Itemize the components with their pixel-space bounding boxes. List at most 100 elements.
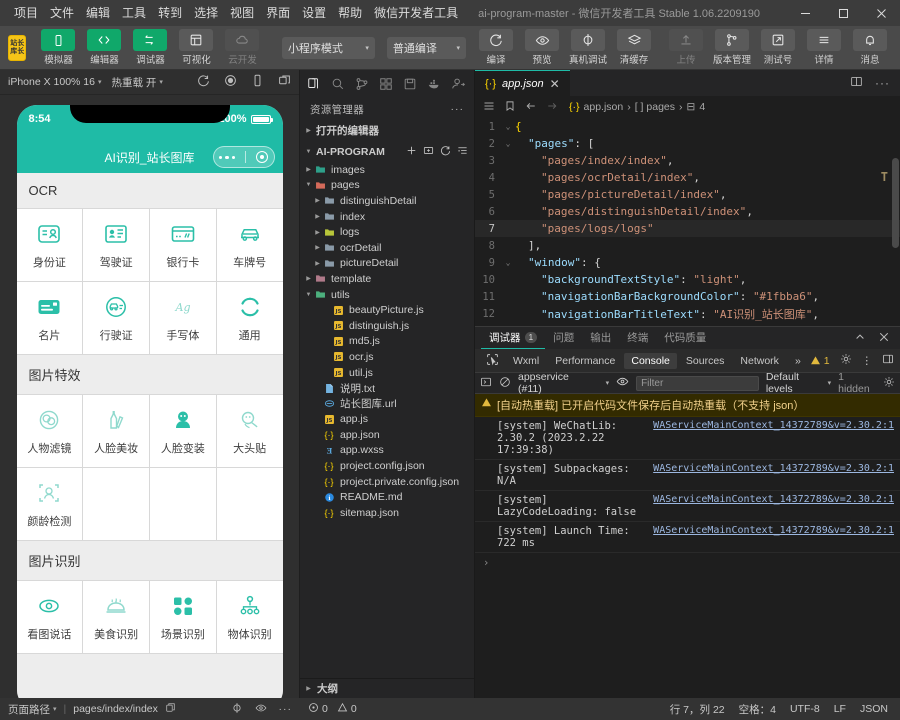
- back-icon[interactable]: [525, 100, 537, 115]
- page-path-selector[interactable]: 页面路径 ▾: [8, 702, 57, 717]
- console-message-source[interactable]: WAServiceMainContext_14372789&v=2.30.2:1: [653, 525, 894, 549]
- file-tree-item[interactable]: JSocr.js: [300, 349, 474, 365]
- close-button[interactable]: [862, 0, 900, 26]
- bookmark-icon[interactable]: [504, 100, 516, 115]
- toolbar-button-refresh[interactable]: 编译: [474, 29, 518, 66]
- breadcrumb-item-file[interactable]: app.json: [584, 101, 624, 113]
- debugger-tab[interactable]: 终端: [619, 327, 656, 349]
- menu-item-3[interactable]: 工具: [116, 0, 152, 26]
- code-editor[interactable]: T 1⌄{2⌄"pages": [3"pages/index/index",4"…: [475, 118, 900, 326]
- more-icon[interactable]: ⋮: [862, 355, 873, 367]
- mini-grid-item[interactable]: 银行卡: [150, 209, 216, 281]
- file-tree-item[interactable]: ▶pictureDetail: [300, 256, 474, 272]
- extensions-icon[interactable]: [374, 71, 398, 97]
- error-count-group[interactable]: 0: [308, 702, 328, 716]
- menu-item-8[interactable]: 设置: [296, 0, 332, 26]
- file-tree-item[interactable]: ▶logs: [300, 224, 474, 240]
- wechat-capsule-button[interactable]: [213, 146, 275, 168]
- editor-tab-app-json[interactable]: {·} app.json ✕: [475, 70, 570, 96]
- account-icon[interactable]: [446, 71, 470, 97]
- file-tree-item[interactable]: iREADME.md: [300, 489, 474, 505]
- more-icon[interactable]: ···: [875, 76, 890, 90]
- mini-grid-item[interactable]: 看图说话: [17, 581, 83, 653]
- project-root-section[interactable]: ▼ AI-PROGRAM: [300, 141, 474, 162]
- file-tree-item[interactable]: {·}project.config.json: [300, 458, 474, 474]
- filter-input[interactable]: Filter: [636, 376, 759, 391]
- file-tree-item[interactable]: 站长图库.url: [300, 396, 474, 412]
- mini-grid-item[interactable]: Ag手写体: [150, 282, 216, 354]
- file-tree-item[interactable]: {·}app.json: [300, 427, 474, 443]
- devtools-tab[interactable]: Console: [624, 353, 677, 369]
- menu-item-4[interactable]: 转到: [152, 0, 188, 26]
- fold-icon[interactable]: ⌄: [501, 258, 515, 267]
- hotreload-selector[interactable]: 热重载 开 ▾: [112, 75, 163, 90]
- toolbar-button-device-debug[interactable]: 真机调试: [566, 29, 610, 66]
- close-icon[interactable]: [878, 331, 890, 346]
- file-tree-item[interactable]: Ǝapp.wxss: [300, 443, 474, 459]
- mini-grid-item[interactable]: 通用: [217, 282, 283, 354]
- toolbar-button-list[interactable]: 详情: [802, 29, 846, 66]
- clear-console-icon[interactable]: [499, 376, 511, 391]
- save-icon[interactable]: [398, 71, 422, 97]
- debugger-tab[interactable]: 调试器1: [481, 327, 545, 349]
- toolbar-button-bell[interactable]: 消息: [848, 29, 892, 66]
- split-editor-icon[interactable]: [850, 75, 863, 91]
- toolbar-button-phone[interactable]: 模拟器: [36, 29, 80, 66]
- menu-item-6[interactable]: 视图: [224, 0, 260, 26]
- indent-setting[interactable]: 空格：4: [739, 702, 776, 717]
- files-icon[interactable]: [302, 71, 326, 97]
- console-prompt[interactable]: ›: [475, 553, 900, 573]
- file-tree-item[interactable]: ▼utils: [300, 287, 474, 303]
- mini-grid-item[interactable]: 车牌号: [217, 209, 283, 281]
- eol-setting[interactable]: LF: [834, 703, 846, 715]
- file-tree-item[interactable]: {·}sitemap.json: [300, 505, 474, 521]
- menu-item-10[interactable]: 微信开发者工具: [368, 0, 464, 26]
- docker-icon[interactable]: [422, 71, 446, 97]
- source-control-icon[interactable]: [350, 71, 374, 97]
- file-tree-item[interactable]: {·}project.private.config.json: [300, 474, 474, 490]
- encoding-setting[interactable]: UTF-8: [790, 703, 820, 715]
- collapse-icon[interactable]: [457, 145, 468, 159]
- debugger-tab[interactable]: 代码质量: [656, 327, 714, 349]
- execute-icon[interactable]: [480, 376, 492, 391]
- breadcrumb-item-array[interactable]: [ ] pages: [635, 101, 675, 113]
- mini-grid-item[interactable]: 行驶证: [83, 282, 149, 354]
- mini-grid-item[interactable]: 大头贴: [217, 395, 283, 467]
- refresh-icon[interactable]: [440, 145, 451, 159]
- console-settings-icon[interactable]: [883, 376, 895, 391]
- devtools-tab[interactable]: »: [788, 353, 808, 369]
- file-tree-item[interactable]: JSdistinguish.js: [300, 318, 474, 334]
- dock-icon[interactable]: [882, 353, 894, 368]
- file-tree-item[interactable]: ▶index: [300, 209, 474, 225]
- menu-item-7[interactable]: 界面: [260, 0, 296, 26]
- compile-dropdown[interactable]: 普通编译 ▾: [387, 37, 466, 59]
- context-selector[interactable]: appservice (#11) ▾: [518, 371, 609, 395]
- fold-icon[interactable]: ⌄: [501, 122, 515, 131]
- clone-icon[interactable]: [278, 74, 291, 90]
- hidden-messages-count[interactable]: 1 hidden: [838, 371, 876, 395]
- warning-badge[interactable]: 1: [810, 355, 830, 367]
- record-icon[interactable]: [224, 74, 237, 90]
- console-message-source[interactable]: WAServiceMainContext_14372789&v=2.30.2:1: [653, 463, 894, 487]
- scrollbar-thumb[interactable]: [892, 158, 899, 248]
- settings-icon[interactable]: [840, 353, 852, 368]
- file-tree-item[interactable]: JSutil.js: [300, 365, 474, 381]
- mini-grid-item[interactable]: 名片: [17, 282, 83, 354]
- file-tree-item[interactable]: JSapp.js: [300, 412, 474, 428]
- file-tree-item[interactable]: JSbeautyPicture.js: [300, 302, 474, 318]
- editor-scrollbar[interactable]: [891, 118, 900, 326]
- more-icon[interactable]: ···: [279, 703, 293, 715]
- toolbar-button-layers[interactable]: 清缓存: [612, 29, 656, 66]
- language-mode[interactable]: JSON: [860, 703, 888, 715]
- eye-icon[interactable]: [255, 702, 267, 717]
- log-levels-selector[interactable]: Default levels ▾: [766, 371, 831, 395]
- more-icon[interactable]: ···: [451, 103, 465, 115]
- devtools-tab[interactable]: Wxml: [506, 353, 546, 369]
- search-icon[interactable]: [326, 71, 350, 97]
- toolbar-button-code[interactable]: 编辑器: [82, 29, 126, 66]
- toolbar-button-branch[interactable]: 版本管理: [710, 29, 754, 66]
- mini-grid-item[interactable]: 场景识别: [150, 581, 216, 653]
- rotate-icon[interactable]: [197, 74, 210, 90]
- file-tree-item[interactable]: JSmd5.js: [300, 334, 474, 350]
- file-tree-item[interactable]: ▶template: [300, 271, 474, 287]
